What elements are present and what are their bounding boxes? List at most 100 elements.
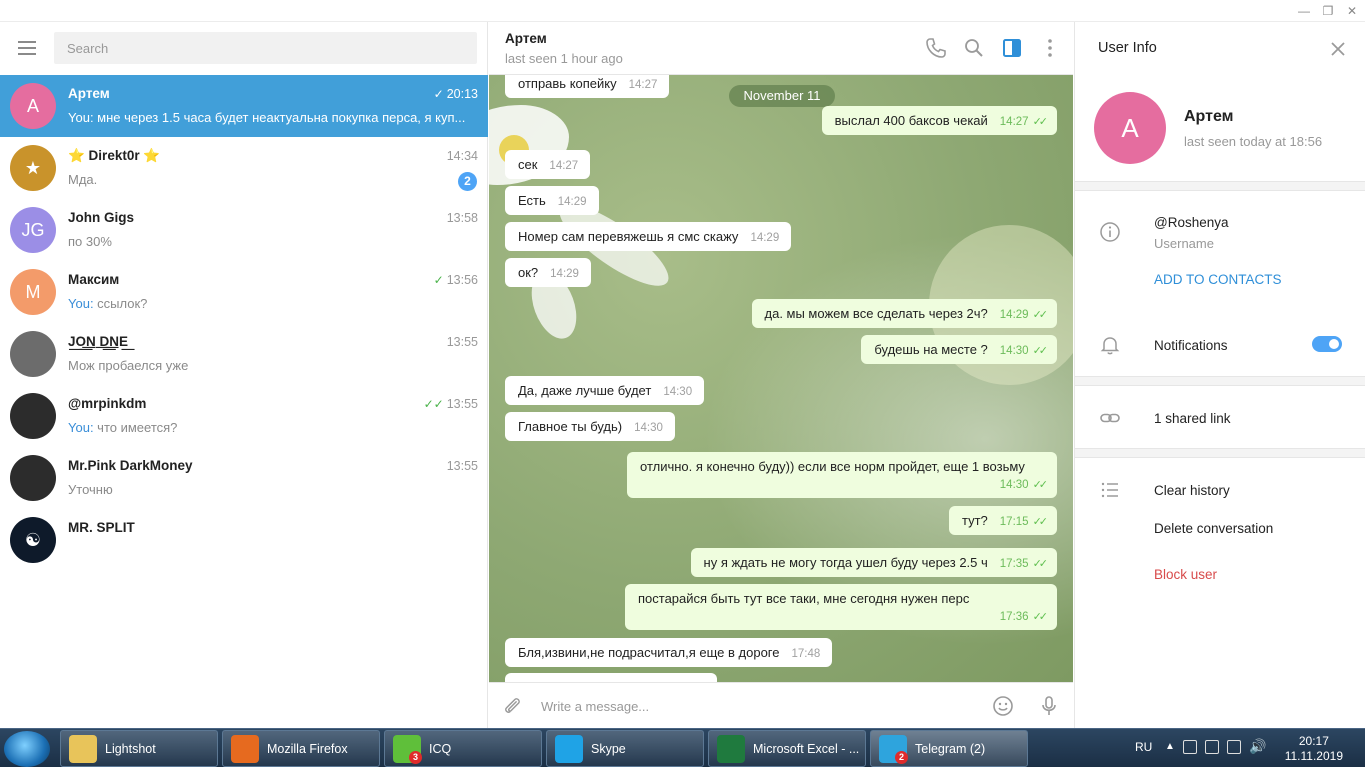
double-check-icon: ✓✓ (423, 397, 444, 411)
incoming-message[interactable]: отправь копейку 14:27 (505, 75, 670, 98)
taskbar-app-button[interactable]: Microsoft Excel - ... (708, 730, 866, 767)
skype-icon (555, 735, 583, 763)
chat-name: Артем (68, 86, 110, 101)
close-window-button[interactable]: ✕ (1344, 3, 1360, 19)
double-check-icon: ✓✓ (1032, 309, 1049, 321)
message-text: ок? (518, 265, 539, 280)
incoming-message-partial[interactable] (505, 673, 717, 682)
firefox-icon (231, 735, 259, 763)
taskbar-app-button[interactable]: Mozilla Firefox (222, 730, 380, 767)
delete-conversation-button[interactable]: Delete conversation (1154, 521, 1273, 536)
message-text: будешь на месте ? (874, 342, 988, 357)
chat-preview-text: Мда. (68, 172, 98, 187)
notifications-toggle[interactable] (1312, 336, 1342, 352)
chat-list-item[interactable]: ☯ MR. SPLIT (0, 509, 488, 571)
outgoing-message[interactable]: постарайся быть тут все таки, мне сегодн… (625, 584, 1057, 630)
add-to-contacts-link[interactable]: ADD TO CONTACTS (1154, 272, 1282, 287)
chat-name: J͟O͟͟N ͟D͟͟NE͟ (68, 334, 129, 349)
message-text: Бля,извини,не подрасчитал,я еще в дороге (518, 645, 780, 660)
you-prefix: You: (68, 296, 94, 311)
chat-preview: Мож пробаелся уже (68, 358, 476, 373)
chat-preview: Уточню (68, 482, 476, 497)
chat-list-item[interactable]: JG John Gigs 13:58 по 30% (0, 199, 488, 261)
section-divider (1075, 376, 1365, 386)
incoming-message[interactable]: ок? 14:29 (505, 258, 591, 287)
incoming-message[interactable]: Главное ты будь) 14:30 (505, 412, 675, 441)
chat-list-item[interactable]: Mr.Pink DarkMoney 13:55 Уточню (0, 447, 488, 509)
outgoing-message[interactable]: ну я ждать не могу тогда ушел буду через… (690, 548, 1057, 577)
outgoing-message[interactable]: будешь на месте ? 14:30 ✓✓ (861, 335, 1057, 364)
chat-preview-text: Мож пробаелся уже (68, 358, 189, 373)
network-icon[interactable] (1227, 740, 1241, 754)
close-icon[interactable] (1329, 40, 1347, 58)
you-prefix: You: (68, 420, 94, 435)
chat-name: Mr.Pink DarkMoney (68, 458, 193, 473)
search-input[interactable] (54, 32, 477, 64)
sidebar-toggle-icon[interactable] (1000, 36, 1024, 60)
message-time: 14:30 (663, 386, 693, 398)
tray-expand-icon[interactable]: ▲ (1165, 741, 1175, 752)
more-options-icon[interactable] (1038, 36, 1062, 60)
avatar (10, 393, 56, 439)
incoming-message[interactable]: Бля,извини,не подрасчитал,я еще в дороге… (505, 638, 833, 667)
restore-button[interactable]: ❐ (1320, 3, 1336, 19)
volume-icon[interactable]: 🔊 (1249, 738, 1266, 755)
block-user-button[interactable]: Block user (1154, 567, 1217, 582)
shared-links-item[interactable]: 1 shared link (1154, 411, 1231, 426)
message-time: 14:27 (628, 79, 658, 91)
chat-time: ✓ 20:13 (434, 87, 478, 101)
notification-badge: 3 (409, 751, 422, 764)
attach-icon[interactable] (501, 695, 523, 717)
message-text: ну я ждать не могу тогда ушел буду через… (703, 555, 988, 570)
microphone-icon[interactable] (1037, 694, 1061, 718)
start-button[interactable] (4, 731, 50, 767)
message-time: 14:27 (999, 116, 1029, 128)
check-icon: ✓ (433, 87, 444, 101)
taskbar-app-button[interactable]: 2 Telegram (2) (870, 730, 1028, 767)
taskbar-app-label: ICQ (429, 742, 452, 756)
taskbar-app-button[interactable]: Lightshot (60, 730, 218, 767)
chat-list-item[interactable]: A Артем ✓ 20:13 You: мне через 1.5 часа буде… (0, 75, 488, 137)
clock[interactable]: 20:17 11.11.2019 (1285, 734, 1343, 764)
chat-list-item[interactable]: J͟O͟͟N ͟D͟͟NE͟ 13:55 Мож пробаелся уже (0, 323, 488, 385)
taskbar-app-label: Lightshot (105, 742, 156, 756)
minimize-button[interactable]: — (1296, 3, 1312, 19)
search-icon[interactable] (962, 36, 986, 60)
phone-icon[interactable] (924, 36, 948, 60)
avatar[interactable]: A (1094, 92, 1166, 164)
link-icon (1100, 413, 1120, 423)
taskbar-app-button[interactable]: Skype (546, 730, 704, 767)
outgoing-message[interactable]: выслал 400 баксов чекай 14:27 ✓✓ (821, 106, 1057, 135)
check-icon: ✓ (433, 273, 444, 287)
username-value[interactable]: @Roshenya (1154, 215, 1229, 230)
chat-time-value: 13:56 (446, 273, 478, 287)
incoming-message[interactable]: Есть 14:29 (505, 186, 599, 215)
message-area[interactable]: November 11 отправь копейку 14:27 выслал 4… (489, 75, 1073, 682)
message-time: 14:27 (549, 160, 579, 172)
outgoing-message[interactable]: тут? 17:15 ✓✓ (948, 506, 1057, 535)
message-time: 14:30 (999, 479, 1029, 491)
tray-flag-icon[interactable] (1183, 740, 1197, 754)
language-indicator[interactable]: RU (1135, 740, 1152, 754)
chat-list-item[interactable]: @mrpinkdm ✓✓ 13:55 You: что имеется? (0, 385, 488, 447)
conversation-title[interactable]: Артем (505, 31, 547, 46)
info-icon (1100, 222, 1120, 242)
outgoing-message[interactable]: да. мы можем все сделать через 2ч? 14:29 ✓… (751, 299, 1057, 328)
incoming-message[interactable]: сек 14:27 (505, 150, 591, 179)
double-check-icon: ✓✓ (1032, 479, 1049, 491)
menu-icon[interactable] (18, 41, 36, 55)
taskbar-app-button[interactable]: 3 ICQ (384, 730, 542, 767)
clear-history-button[interactable]: Clear history (1154, 483, 1230, 498)
outgoing-message[interactable]: отлично. я конечно буду)) если все норм … (627, 452, 1057, 498)
chat-list-item[interactable]: ★ ⭐ Direkt0r ⭐ 14:34 Мда. 2 (0, 137, 488, 199)
message-text: Да, даже лучше будет (518, 383, 652, 398)
incoming-message[interactable]: Да, даже лучше будет 14:30 (505, 376, 705, 405)
message-text: Номер сам перевяжешь я смс скажу (518, 229, 739, 244)
conversation-panel: Артем last seen 1 hour ago November 11 о… (489, 22, 1073, 728)
chat-list-item[interactable]: M Максим ✓ 13:56 You: ссылок? (0, 261, 488, 323)
emoji-icon[interactable] (991, 694, 1015, 718)
message-input[interactable] (541, 695, 971, 717)
incoming-message[interactable]: Номер сам перевяжешь я смс скажу 14:29 (505, 222, 792, 251)
conversation-header: Артем last seen 1 hour ago (489, 22, 1073, 75)
tray-device-icon[interactable] (1205, 740, 1219, 754)
